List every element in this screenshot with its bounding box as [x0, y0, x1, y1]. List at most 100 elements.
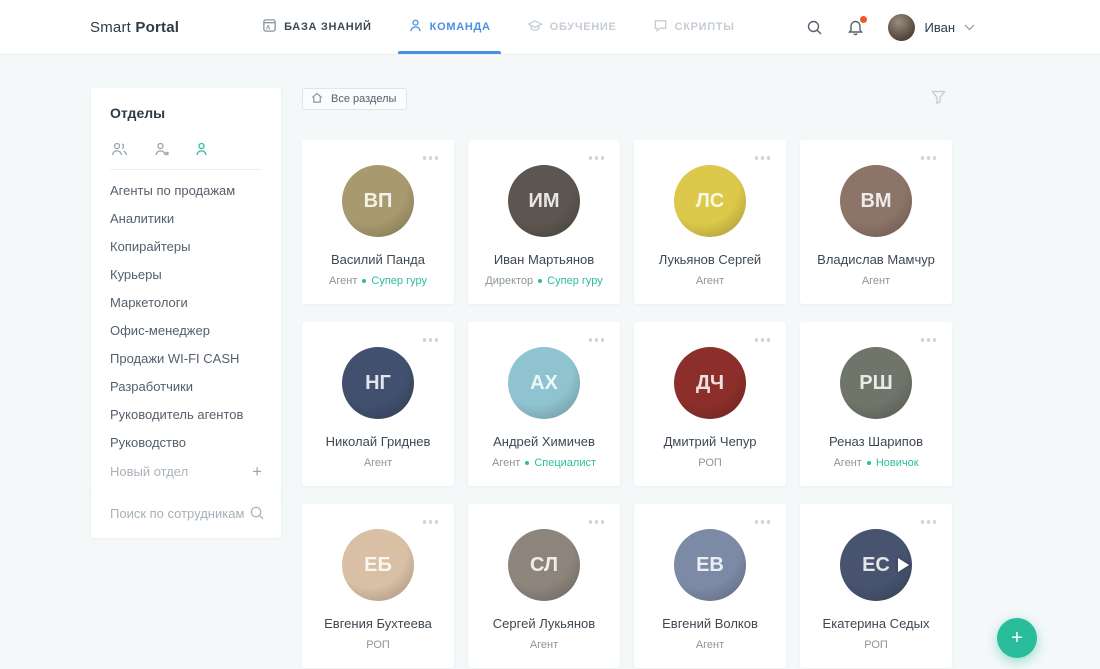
sidebar-department-item[interactable]: Копирайтеры	[110, 232, 262, 260]
sidebar-department-item[interactable]: Агенты по продажам	[110, 176, 262, 204]
avatar-initials: ЕВ	[696, 554, 724, 577]
department-label: Продажи WI-FI CASH	[110, 351, 239, 366]
employee-avatar: СЛ	[508, 529, 580, 601]
sidebar-department-item[interactable]: Аналитики	[110, 204, 262, 232]
employee-avatar: РШ	[840, 347, 912, 419]
card-options-icon[interactable]	[918, 153, 940, 163]
employees-group-icon[interactable]	[110, 141, 129, 157]
employee-card[interactable]: РШ Реназ Шарипов Агент Новичок	[800, 322, 952, 486]
team-content: Все разделы ВП Василий Панда Агент Супер…	[302, 88, 952, 669]
employee-role: Агент	[364, 457, 392, 469]
employee-role: РОП	[366, 639, 390, 651]
employee-name: Евгений Волков	[662, 616, 758, 631]
department-label: Агенты по продажам	[110, 183, 235, 198]
employee-role: Агент	[862, 275, 890, 287]
notification-dot	[860, 16, 867, 23]
card-options-icon[interactable]	[918, 517, 940, 527]
employee-search-input[interactable]	[110, 506, 249, 521]
tab-knowledge-base[interactable]: A БАЗА ЗНАНИЙ	[244, 0, 390, 54]
employee-name: Лукьянов Сергей	[659, 252, 761, 267]
employee-card[interactable]: ДЧ Дмитрий Чепур РОП	[634, 322, 786, 486]
sidebar-department-item[interactable]: Маркетологи	[110, 288, 262, 316]
team-toolbar: Все разделы	[302, 88, 952, 110]
new-department-label: Новый отдел	[110, 464, 188, 479]
employee-card[interactable]: АХ Андрей Химичев Агент Специалист	[468, 322, 620, 486]
avatar-initials: НГ	[365, 372, 391, 395]
sidebar-department-item[interactable]: Руководитель агентов	[110, 400, 262, 428]
employee-role-line: Агент	[530, 639, 558, 651]
employee-badge: Супер гуру	[547, 275, 603, 287]
filter-icon[interactable]	[931, 90, 946, 109]
breadcrumb-all-sections[interactable]: Все разделы	[302, 88, 407, 110]
employee-card[interactable]: ВП Василий Панда Агент Супер гуру	[302, 140, 454, 304]
employee-card[interactable]: ЕС Екатерина Седых РОП	[800, 504, 952, 668]
card-options-icon[interactable]	[586, 517, 608, 527]
department-label: Копирайтеры	[110, 239, 190, 254]
employee-avatar: ЕБ	[342, 529, 414, 601]
avatar-initials: СЛ	[530, 554, 558, 577]
sidebar-department-item[interactable]: Курьеры	[110, 260, 262, 288]
card-options-icon[interactable]	[752, 153, 774, 163]
employee-role: Агент	[492, 457, 520, 469]
avatar-initials: ДЧ	[696, 372, 724, 395]
employee-role-line: РОП	[864, 639, 888, 651]
employee-dismissed-icon[interactable]	[153, 141, 170, 157]
tab-label: БАЗА ЗНАНИЙ	[284, 21, 372, 33]
tab-training[interactable]: ОБУЧЕНИЕ	[509, 0, 635, 54]
departments-title: Отделы	[110, 105, 262, 121]
card-options-icon[interactable]	[420, 517, 442, 527]
sidebar-department-item[interactable]: Офис-менеджер	[110, 316, 262, 344]
new-department-button[interactable]: Новый отдел +	[110, 463, 262, 480]
employee-role: Агент	[696, 639, 724, 651]
department-label: Офис-менеджер	[110, 323, 210, 338]
card-options-icon[interactable]	[752, 335, 774, 345]
avatar-initials: ВП	[364, 190, 393, 213]
avatar-initials: ЕБ	[364, 554, 392, 577]
scripts-icon	[653, 18, 668, 36]
role-separator-dot	[362, 279, 366, 283]
employee-role-line: Агент Специалист	[492, 457, 596, 469]
employee-card-grid: ВП Василий Панда Агент Супер гуру ИМ Ива…	[302, 140, 952, 669]
sidebar-department-item[interactable]: Разработчики	[110, 372, 262, 400]
employee-card[interactable]: ИМ Иван Мартьянов Директор Супер гуру	[468, 140, 620, 304]
employee-card[interactable]: ВМ Владислав Мамчур Агент	[800, 140, 952, 304]
avatar-initials: ЛС	[696, 190, 724, 213]
card-options-icon[interactable]	[420, 153, 442, 163]
top-navbar: Smart Portal A БАЗА ЗНАНИЙ КОМАНДА	[0, 0, 1100, 55]
breadcrumb-label: Все разделы	[331, 93, 396, 105]
sidebar-department-item[interactable]: Руководство	[110, 428, 262, 456]
sidebar-department-item[interactable]: Продажи WI-FI CASH	[110, 344, 262, 372]
employee-role: Агент	[696, 275, 724, 287]
notifications-bell-icon[interactable]	[847, 18, 864, 36]
employee-active-icon[interactable]	[194, 141, 209, 157]
employee-card[interactable]: ЛС Лукьянов Сергей Агент	[634, 140, 786, 304]
employee-card[interactable]: СЛ Сергей Лукьянов Агент	[468, 504, 620, 668]
svg-text:A: A	[266, 25, 271, 32]
employee-avatar: АХ	[508, 347, 580, 419]
user-menu[interactable]: Иван	[888, 14, 975, 41]
search-icon[interactable]	[249, 505, 265, 521]
plus-icon: +	[252, 463, 262, 480]
employee-avatar: ЛС	[674, 165, 746, 237]
employee-name: Реназ Шарипов	[829, 434, 923, 449]
employee-card[interactable]: ЕБ Евгения Бухтеева РОП	[302, 504, 454, 668]
employee-avatar: ИМ	[508, 165, 580, 237]
card-options-icon[interactable]	[420, 335, 442, 345]
employee-role: Директор	[485, 275, 533, 287]
card-options-icon[interactable]	[586, 335, 608, 345]
employee-role-line: Агент	[862, 275, 890, 287]
tab-scripts[interactable]: СКРИПТЫ	[635, 0, 753, 54]
employee-role-line: Директор Супер гуру	[485, 275, 603, 287]
card-options-icon[interactable]	[918, 335, 940, 345]
tab-team[interactable]: КОМАНДА	[390, 0, 509, 54]
card-options-icon[interactable]	[752, 517, 774, 527]
employee-card[interactable]: НГ Николай Гриднев Агент	[302, 322, 454, 486]
employee-name: Сергей Лукьянов	[493, 616, 595, 631]
tab-label: СКРИПТЫ	[675, 21, 735, 33]
add-employee-fab[interactable]: +	[997, 618, 1037, 658]
employee-card[interactable]: ЕВ Евгений Волков Агент	[634, 504, 786, 668]
card-options-icon[interactable]	[586, 153, 608, 163]
search-icon[interactable]	[806, 19, 823, 36]
app-logo[interactable]: Smart Portal	[90, 19, 179, 36]
main-navigation: A БАЗА ЗНАНИЙ КОМАНДА ОБУЧЕНИЕ	[244, 0, 753, 54]
